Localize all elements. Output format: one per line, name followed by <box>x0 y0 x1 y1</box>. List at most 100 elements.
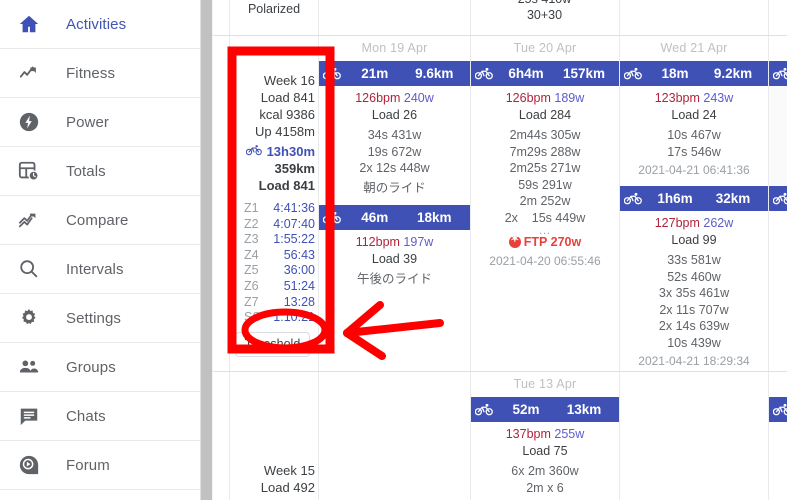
activity-title: 午後のライド <box>356 272 432 286</box>
hr-power-row: 126bpm 189w <box>471 90 619 107</box>
zone-time: 51:24 <box>283 278 315 293</box>
activity-body-wed21-ride1[interactable]: 123bpm 243w Load 24 10s 467w 17s 546w 20… <box>620 90 768 179</box>
activity-duration: 52m <box>512 402 540 417</box>
activity-body-tue13-ride1[interactable]: 137bpm 255w Load 75 6x 2m 360w 2m x 6 <box>471 426 619 496</box>
polarized-label: Polarized <box>247 2 301 16</box>
table-clock-icon <box>14 157 44 185</box>
empty-cell-shade <box>769 86 787 186</box>
trending-up-icon <box>14 59 44 87</box>
activity-body-wed21-ride2[interactable]: 127bpm 262w Load 99 33s 581w 52s 460w 3x… <box>620 215 768 370</box>
zone-row: Z2 4:07:40 <box>230 217 315 233</box>
activity-header-tue20-ride1[interactable]: 6h4m 157km <box>471 61 619 86</box>
activity-header-partial-right-1[interactable] <box>769 61 787 86</box>
activity-body-tue20-ride1[interactable]: 126bpm 189w Load 284 2m44s 305w 7m29s 28… <box>471 90 619 269</box>
activity-header-wed21-ride2[interactable]: 1h6m 32km <box>620 186 768 211</box>
activity-hr: 137bpm <box>505 427 551 441</box>
zone-label: Z3 <box>244 232 259 247</box>
activity-interval: 17s 546w <box>667 144 721 159</box>
day-header-mon-19-apr: Mon 19 Apr <box>361 41 428 55</box>
zone-row: Z5 36:00 <box>230 263 315 279</box>
sidebar-item-label: Settings <box>66 309 121 327</box>
week-kcal: kcal 9386 <box>259 107 315 122</box>
bike-icon <box>319 67 345 80</box>
activity-hr: 127bpm <box>654 216 700 230</box>
sidebar-item-compare[interactable]: Compare <box>0 196 200 245</box>
sidebar-item-chats[interactable]: Chats <box>0 392 200 441</box>
activity-interval: 2m25s 271w <box>509 161 581 175</box>
activity-interval: 7m29s 288w <box>509 144 581 159</box>
activity-interval: 2x 12s 448w <box>359 161 430 175</box>
activity-load: Load 24 <box>671 107 717 122</box>
week-summary-16: Week 16 Load 841 kcal 9386 Up 4158m 13h3… <box>230 72 315 357</box>
activity-power: 262w <box>703 216 734 230</box>
activity-interval: 52s 460w <box>667 269 721 284</box>
week-summary-15: Week 15 Load 492 <box>230 462 315 496</box>
activity-hr: 123bpm <box>654 91 700 105</box>
sidebar-item-partial[interactable] <box>0 490 200 500</box>
bolt-icon <box>14 108 44 136</box>
zone-label: Z6 <box>244 278 259 293</box>
sidebar-item-totals[interactable]: Totals <box>0 147 200 196</box>
activity-hr: 112bpm <box>355 235 400 249</box>
activity-interval: 2m 252w <box>519 194 571 208</box>
activity-power: 243w <box>703 91 734 105</box>
zone-row: Z7 13:28 <box>230 295 315 311</box>
day-header-tue-13-apr: Tue 13 Apr <box>513 377 577 391</box>
more-intervals-ellipsis[interactable]: … <box>471 224 619 236</box>
activity-distance: 157km <box>562 66 606 81</box>
activity-header-wed21-ride1[interactable]: 18m 9.2km <box>620 61 768 86</box>
activity-distance: 18km <box>416 210 452 225</box>
sidebar-item-settings[interactable]: Settings <box>0 294 200 343</box>
zone-time: 1:10:21 <box>273 310 315 325</box>
activity-timestamp: 2021-04-21 06:41:36 <box>638 163 750 177</box>
sidebar-item-intervals[interactable]: Intervals <box>0 245 200 294</box>
activity-duration: 6h4m <box>508 66 544 81</box>
activity-header-partial-right-2[interactable] <box>769 186 787 211</box>
activity-interval: 59s 291w <box>518 177 572 192</box>
zone-label: Z7 <box>244 294 259 309</box>
sidebar-item-label: Groups <box>66 358 116 376</box>
activity-interval: 19s 672w <box>367 144 422 159</box>
threshold-button[interactable]: Threshold <box>234 331 311 357</box>
bike-icon <box>620 67 646 80</box>
zone-label: Z5 <box>244 263 259 278</box>
activity-hr: 126bpm <box>355 91 401 105</box>
sidebar-item-label: Power <box>66 113 110 131</box>
activity-header-mon-ride2[interactable]: 46m 18km <box>319 205 470 230</box>
zone-row: SS 1:10:21 <box>230 310 315 326</box>
search-icon <box>14 255 44 283</box>
sidebar-item-activities[interactable]: Activities <box>0 0 200 49</box>
activity-power: 189w <box>554 91 585 105</box>
grid-line <box>213 35 787 36</box>
activity-body-mon-ride1[interactable]: 126bpm 240w Load 26 34s 431w 19s 672w 2x… <box>319 90 470 196</box>
activity-interval: 34s 431w <box>367 128 422 142</box>
zone-label: Z2 <box>244 216 259 231</box>
activity-interval: 2m44s 305w <box>509 128 581 142</box>
activity-header-mon-ride1[interactable]: 21m 9.6km <box>319 61 470 86</box>
week-ride-time: 13h30m <box>266 144 315 159</box>
sidebar-item-forum[interactable]: Forum <box>0 441 200 490</box>
activity-header-tue13-ride1[interactable]: 52m 13km <box>471 397 619 422</box>
activity-body-mon-ride2[interactable]: 112bpm 197w Load 39 午後のライド <box>319 234 470 288</box>
day-header-wed-21-apr: Wed 21 Apr <box>660 41 728 55</box>
vertical-scrollbar-thumb[interactable] <box>201 0 212 500</box>
sidebar-item-groups[interactable]: Groups <box>0 343 200 392</box>
activity-load: Load 26 <box>371 107 418 122</box>
activity-interval: 10s 439w <box>667 335 721 350</box>
sidebar-item-fitness[interactable]: Fitness <box>0 49 200 98</box>
sidebar: Activities Fitness Power Totals Compare … <box>0 0 200 500</box>
activity-duration: 18m <box>661 66 689 81</box>
activity-distance: 13km <box>566 402 602 417</box>
activity-interval: 3x 35s 461w <box>658 286 730 300</box>
activity-distance: 9.2km <box>713 66 753 81</box>
zone-time: 56:43 <box>283 247 315 262</box>
activity-title: 朝のライド <box>363 180 426 195</box>
activity-power: 255w <box>554 427 585 441</box>
gear-icon <box>14 304 44 332</box>
activity-interval: 10s 467w <box>667 128 721 142</box>
multi-line-chart-icon <box>14 206 44 234</box>
sidebar-item-power[interactable]: Power <box>0 98 200 147</box>
grid-line <box>213 371 787 372</box>
activity-load: Load 99 <box>671 232 717 247</box>
activity-header-partial-right-3[interactable] <box>769 397 787 422</box>
